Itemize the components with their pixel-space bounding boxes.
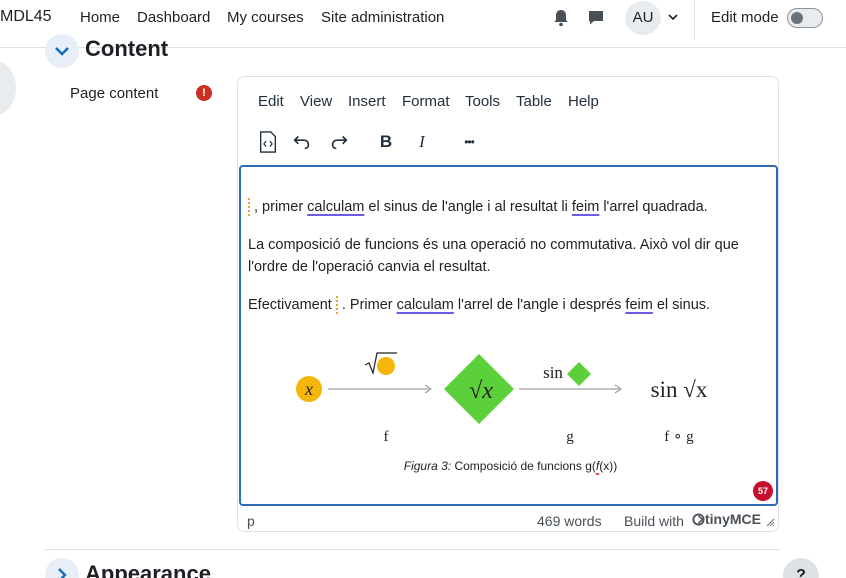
more-icon[interactable]: ••• xyxy=(456,129,482,155)
spell-word[interactable]: feim xyxy=(572,199,599,215)
text-segment: l'arrel de l'angle i després xyxy=(453,297,626,313)
build-with-label: Build with xyxy=(624,513,684,529)
nav-my-courses[interactable]: My courses xyxy=(227,9,304,26)
paragraph-1: , primer calculam el sinus de l'angle i … xyxy=(248,196,773,218)
undo-icon xyxy=(293,135,310,150)
edit-mode-label: Edit mode xyxy=(711,9,779,26)
required-icon: ! xyxy=(196,85,212,101)
menu-edit[interactable]: Edit xyxy=(258,93,284,110)
menu-help[interactable]: Help xyxy=(568,93,599,110)
nav-home[interactable]: Home xyxy=(80,9,120,26)
chevron-down-icon xyxy=(55,47,69,56)
spell-word[interactable]: feim xyxy=(625,297,652,313)
paragraph-3: Efectivament . Primer calculam l'arrel d… xyxy=(248,294,773,316)
menu-tools[interactable]: Tools xyxy=(465,93,500,110)
result-label: sin √x xyxy=(651,377,708,402)
paragraph-2: La composició de funcions és una operaci… xyxy=(248,237,739,275)
figure-caption: Figura 3: Composició de funcions g(f(x)) xyxy=(241,459,776,473)
x-symbol: x xyxy=(304,379,313,399)
nav-site-administration[interactable]: Site administration xyxy=(321,9,444,26)
tinymce-logo[interactable]: tinyMCE xyxy=(692,511,761,527)
sin-label: sin xyxy=(543,363,563,382)
messages-icon[interactable] xyxy=(586,8,606,28)
menu-format[interactable]: Format xyxy=(402,93,450,110)
appearance-section-title: Appearance xyxy=(85,561,211,578)
source-code-icon xyxy=(259,131,277,153)
small-circle xyxy=(377,357,395,375)
redo-icon xyxy=(331,135,348,150)
editor-content-area[interactable]: , primer calculam el sinus de l'angle i … xyxy=(239,165,778,506)
menu-table[interactable]: Table xyxy=(516,93,552,110)
text-segment: el sinus. xyxy=(652,297,711,313)
italic-icon[interactable]: I xyxy=(409,129,435,155)
menu-view[interactable]: View xyxy=(300,93,332,110)
page-content-label: Page content xyxy=(70,85,159,102)
tinymce-editor: Edit View Insert Format Tools Table Help… xyxy=(237,76,779,532)
tinymce-brand: tinyMCE xyxy=(705,511,761,527)
f-label: f xyxy=(384,429,389,445)
source-code-button[interactable] xyxy=(255,129,281,155)
site-brand[interactable]: MDL45 xyxy=(0,8,52,26)
text-segment: el sinus de l'angle i al resultat li xyxy=(364,199,572,215)
sqrt-x-label: √x xyxy=(469,378,493,404)
spell-word[interactable]: calculam xyxy=(307,199,364,215)
anchor-marker xyxy=(248,198,251,217)
element-path[interactable]: p xyxy=(247,513,255,529)
chevron-down-icon[interactable] xyxy=(666,10,680,24)
user-avatar[interactable]: AU xyxy=(625,1,661,35)
bold-icon[interactable]: B xyxy=(373,129,399,155)
content-section-toggle[interactable] xyxy=(45,34,79,68)
navbar-divider xyxy=(694,0,695,40)
chevron-right-icon xyxy=(58,568,67,578)
edit-mode-toggle[interactable] xyxy=(787,8,823,28)
text-segment: , primer xyxy=(254,199,308,215)
anchor-marker xyxy=(335,296,339,315)
small-diamond xyxy=(567,362,591,386)
caption-end: (x)) xyxy=(599,459,618,473)
text-segment: . Primer xyxy=(341,297,397,313)
content-section-title: Content xyxy=(85,36,169,61)
nav-dashboard[interactable]: Dashboard xyxy=(137,9,210,26)
notification-bell-icon[interactable] xyxy=(551,8,571,28)
text-segment: Efectivament xyxy=(248,297,336,313)
spell-word[interactable]: calculam xyxy=(397,297,454,313)
undo-button[interactable] xyxy=(289,129,315,155)
word-count[interactable]: 469 words xyxy=(537,513,602,529)
fog-label: f ∘ g xyxy=(664,429,694,445)
caption-prefix: Figura 3: xyxy=(403,459,452,473)
caption-text: Composició de funcions g( xyxy=(451,459,596,473)
text-segment: l'arrel quadrada. xyxy=(599,199,708,215)
appearance-section-toggle[interactable] xyxy=(45,558,79,578)
notification-badge[interactable]: 57 xyxy=(753,481,773,501)
menu-insert[interactable]: Insert xyxy=(348,93,386,110)
tinymce-logo-icon xyxy=(692,513,705,526)
redo-button[interactable] xyxy=(326,129,352,155)
composition-figure[interactable]: x f √x sin g sin √x f ∘ g xyxy=(241,349,778,449)
drawer-toggle[interactable] xyxy=(0,60,16,116)
section-divider xyxy=(45,549,780,550)
g-label: g xyxy=(566,429,574,445)
help-button[interactable]: ? xyxy=(783,558,819,578)
resize-handle-icon[interactable] xyxy=(765,517,775,527)
